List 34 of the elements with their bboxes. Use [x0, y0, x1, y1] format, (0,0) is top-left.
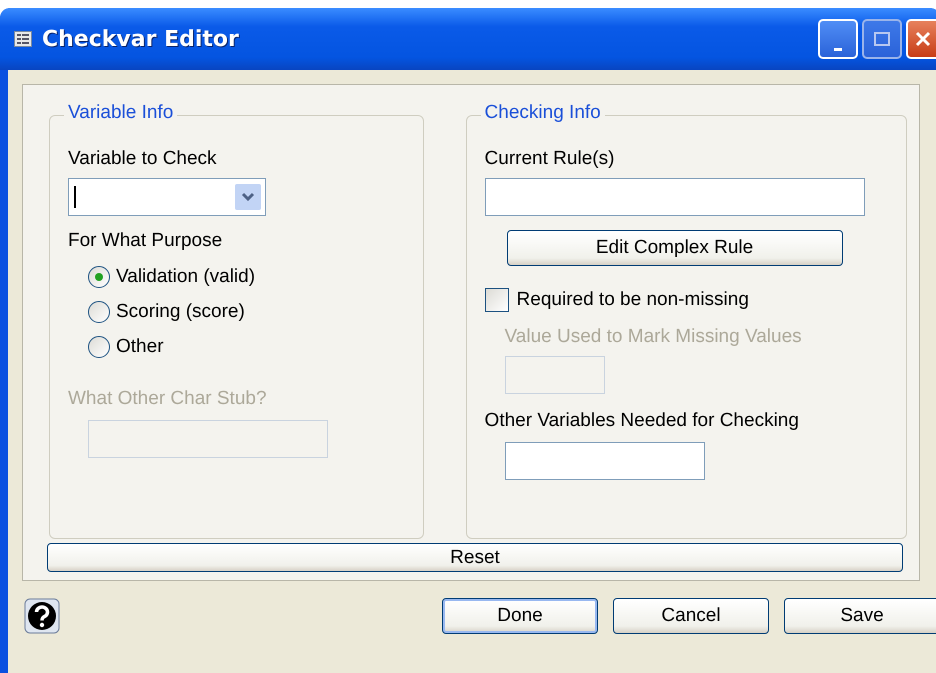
field-label: For What Purpose: [68, 230, 224, 252]
checkbox[interactable]: [484, 288, 509, 312]
dialog-button[interactable]: Done: [442, 598, 598, 634]
checkbox-option[interactable]: Required to be non-missing: [484, 288, 888, 312]
close-button[interactable]: [906, 19, 936, 59]
field-label: Other Variables Needed for Checking: [484, 410, 800, 432]
minimize-button[interactable]: [818, 19, 858, 59]
group-title: Checking Info: [480, 102, 605, 124]
dialog-button[interactable]: Save: [784, 598, 936, 634]
maximize-button[interactable]: [862, 19, 902, 59]
other-variables-field[interactable]: [504, 442, 705, 480]
radio-option[interactable]: Scoring (score): [88, 301, 405, 323]
edit-rule-button[interactable]: Edit Complex Rule: [506, 230, 843, 266]
field-label: Value Used to Mark Missing Values: [504, 326, 803, 348]
field-label: What Other Char Stub?: [68, 388, 268, 410]
radio-option[interactable]: Other: [88, 336, 405, 358]
field-label: Variable to Check: [68, 148, 218, 170]
rules-input-field[interactable]: [484, 178, 865, 216]
stub-input-field[interactable]: [88, 420, 328, 458]
radio-button[interactable]: [88, 301, 110, 323]
field-label: Current Rule(s): [484, 148, 616, 170]
variable-combo-box[interactable]: [68, 178, 266, 216]
maximize-icon: [874, 32, 890, 46]
window-title: Checkvar Editor: [42, 26, 240, 52]
radio-option[interactable]: Validation (valid): [88, 266, 405, 288]
reset-button[interactable]: Reset: [47, 543, 903, 572]
dialog-button[interactable]: Cancel: [613, 598, 769, 634]
radio-button[interactable]: [88, 336, 110, 358]
radio-button[interactable]: [88, 266, 110, 288]
form-icon: [14, 31, 32, 47]
help-icon[interactable]: [24, 598, 60, 634]
missing-value-field[interactable]: [504, 356, 605, 394]
close-icon: [915, 31, 931, 47]
minimize-icon: [834, 48, 842, 51]
